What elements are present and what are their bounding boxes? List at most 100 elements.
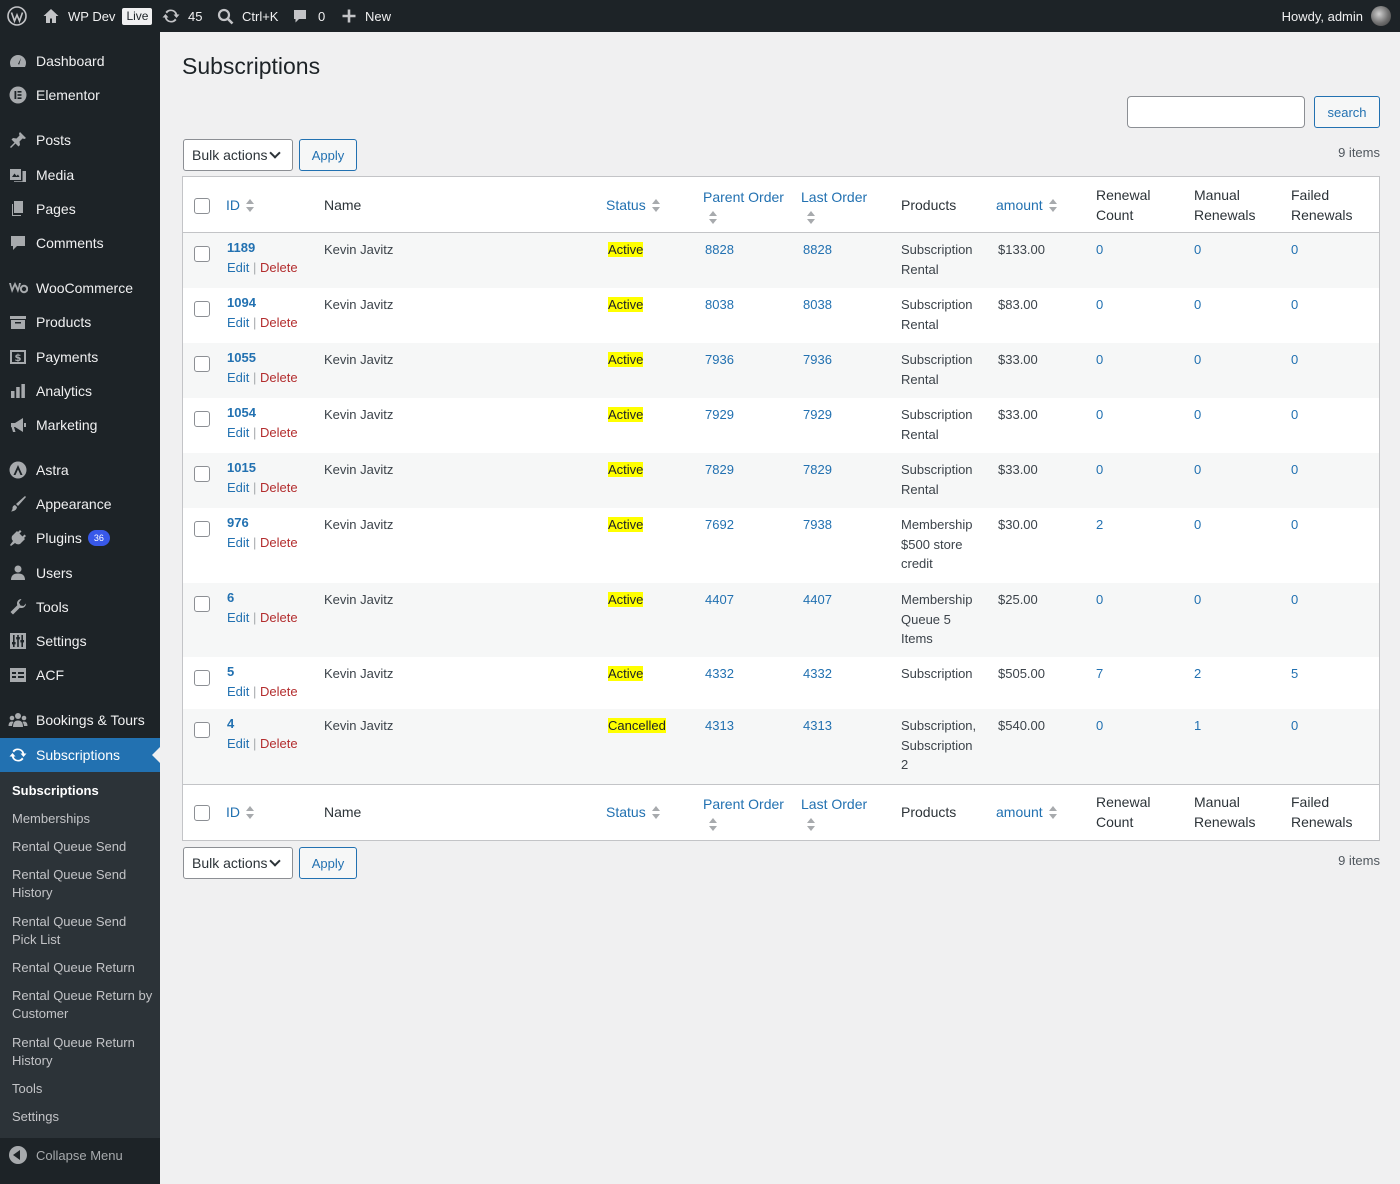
column-amount-footer[interactable]: amount (996, 802, 1057, 822)
delete-link[interactable]: Delete (260, 425, 298, 440)
failed-renewals-link[interactable]: 0 (1291, 350, 1298, 370)
manual-renewals-link[interactable]: 0 (1194, 240, 1201, 260)
command-palette-link[interactable]: Ctrl+K (217, 0, 278, 32)
bulk-actions-select-top[interactable]: Bulk actions (183, 139, 293, 171)
renewal-count-link[interactable]: 0 (1096, 405, 1103, 425)
menu-settings[interactable]: Settings (0, 624, 160, 658)
parent-order-link[interactable]: 8828 (705, 240, 734, 260)
menu-subscriptions[interactable]: Subscriptions (0, 738, 160, 772)
menu-appearance[interactable]: Appearance (0, 487, 160, 521)
collapse-menu-button[interactable]: Collapse Menu (0, 1138, 160, 1172)
edit-link[interactable]: Edit (227, 370, 249, 385)
last-order-link[interactable]: 7936 (803, 350, 832, 370)
submenu-tools[interactable]: Tools (12, 1080, 154, 1098)
delete-link[interactable]: Delete (260, 610, 298, 625)
row-checkbox[interactable] (194, 670, 210, 686)
edit-link[interactable]: Edit (227, 480, 249, 495)
menu-pages[interactable]: Pages (0, 192, 160, 226)
subscription-id-link[interactable]: 1055 (227, 348, 298, 368)
edit-link[interactable]: Edit (227, 684, 249, 699)
row-checkbox[interactable] (194, 722, 210, 738)
row-checkbox[interactable] (194, 596, 210, 612)
column-id[interactable]: ID (226, 195, 254, 215)
menu-users[interactable]: Users (0, 556, 160, 590)
column-parent-order[interactable]: Parent Order (703, 187, 793, 227)
last-order-link[interactable]: 4407 (803, 590, 832, 610)
submenu-rental-queue-send[interactable]: Rental Queue Send (12, 838, 154, 856)
manual-renewals-link[interactable]: 0 (1194, 590, 1201, 610)
submenu-memberships[interactable]: Memberships (12, 810, 154, 828)
renewal-count-link[interactable]: 0 (1096, 295, 1103, 315)
subscription-id-link[interactable]: 4 (227, 714, 298, 734)
failed-renewals-link[interactable]: 0 (1291, 716, 1298, 736)
row-checkbox[interactable] (194, 466, 210, 482)
renewal-count-link[interactable]: 0 (1096, 460, 1103, 480)
last-order-link[interactable]: 7829 (803, 460, 832, 480)
apply-button-bottom[interactable]: Apply (299, 847, 357, 879)
parent-order-link[interactable]: 7829 (705, 460, 734, 480)
failed-renewals-link[interactable]: 0 (1291, 405, 1298, 425)
wordpress-logo-icon[interactable] (7, 0, 27, 32)
failed-renewals-link[interactable]: 0 (1291, 590, 1298, 610)
manual-renewals-link[interactable]: 1 (1194, 716, 1201, 736)
failed-renewals-link[interactable]: 0 (1291, 295, 1298, 315)
edit-link[interactable]: Edit (227, 736, 249, 751)
subscription-id-link[interactable]: 1189 (227, 238, 298, 258)
comments-link[interactable]: 0 (292, 0, 325, 32)
column-amount[interactable]: amount (996, 195, 1057, 215)
delete-link[interactable]: Delete (260, 480, 298, 495)
last-order-link[interactable]: 8828 (803, 240, 832, 260)
manual-renewals-link[interactable]: 0 (1194, 295, 1201, 315)
site-name-link[interactable]: WP Dev Live (42, 0, 153, 32)
manual-renewals-link[interactable]: 0 (1194, 350, 1201, 370)
last-order-link[interactable]: 7938 (803, 515, 832, 535)
menu-analytics[interactable]: Analytics (0, 374, 160, 408)
menu-acf[interactable]: ACF (0, 658, 160, 692)
delete-link[interactable]: Delete (260, 370, 298, 385)
edit-link[interactable]: Edit (227, 315, 249, 330)
menu-posts[interactable]: Posts (0, 123, 160, 157)
row-checkbox[interactable] (194, 246, 210, 262)
search-input[interactable] (1127, 96, 1305, 128)
menu-woocommerce[interactable]: WooCommerce (0, 271, 160, 305)
submenu-settings[interactable]: Settings (12, 1108, 154, 1126)
row-checkbox[interactable] (194, 301, 210, 317)
row-checkbox[interactable] (194, 521, 210, 537)
menu-tools[interactable]: Tools (0, 590, 160, 624)
renewal-count-link[interactable]: 2 (1096, 515, 1103, 535)
delete-link[interactable]: Delete (260, 315, 298, 330)
menu-products[interactable]: Products (0, 305, 160, 339)
delete-link[interactable]: Delete (260, 736, 298, 751)
column-status[interactable]: Status (606, 195, 660, 215)
select-all-checkbox[interactable] (194, 198, 210, 214)
parent-order-link[interactable]: 4407 (705, 590, 734, 610)
menu-bookings[interactable]: Bookings & Tours (0, 703, 160, 737)
updates-link[interactable]: 45 (162, 0, 202, 32)
my-account-link[interactable]: Howdy, admin (1282, 0, 1391, 32)
subscription-id-link[interactable]: 976 (227, 513, 298, 533)
manual-renewals-link[interactable]: 0 (1194, 405, 1201, 425)
submenu-rental-queue-return[interactable]: Rental Queue Return (12, 959, 154, 977)
parent-order-link[interactable]: 7936 (705, 350, 734, 370)
select-all-checkbox-footer[interactable] (194, 805, 210, 821)
submenu-subscriptions[interactable]: Subscriptions (12, 782, 154, 800)
delete-link[interactable]: Delete (260, 260, 298, 275)
last-order-link[interactable]: 7929 (803, 405, 832, 425)
last-order-link[interactable]: 8038 (803, 295, 832, 315)
delete-link[interactable]: Delete (260, 684, 298, 699)
parent-order-link[interactable]: 7929 (705, 405, 734, 425)
bulk-actions-select-bottom[interactable]: Bulk actions (183, 847, 293, 879)
menu-marketing[interactable]: Marketing (0, 408, 160, 442)
subscription-id-link[interactable]: 6 (227, 588, 298, 608)
renewal-count-link[interactable]: 0 (1096, 716, 1103, 736)
row-checkbox[interactable] (194, 356, 210, 372)
submenu-rental-queue-return-by-customer[interactable]: Rental Queue Return by Customer (12, 987, 154, 1023)
renewal-count-link[interactable]: 0 (1096, 240, 1103, 260)
subscription-id-link[interactable]: 5 (227, 662, 298, 682)
submenu-rental-queue-send-pick-list[interactable]: Rental Queue Send Pick List (12, 913, 154, 949)
parent-order-link[interactable]: 8038 (705, 295, 734, 315)
column-last-order-footer[interactable]: Last Order (801, 794, 891, 834)
parent-order-link[interactable]: 4332 (705, 664, 734, 684)
failed-renewals-link[interactable]: 0 (1291, 460, 1298, 480)
failed-renewals-link[interactable]: 0 (1291, 515, 1298, 535)
